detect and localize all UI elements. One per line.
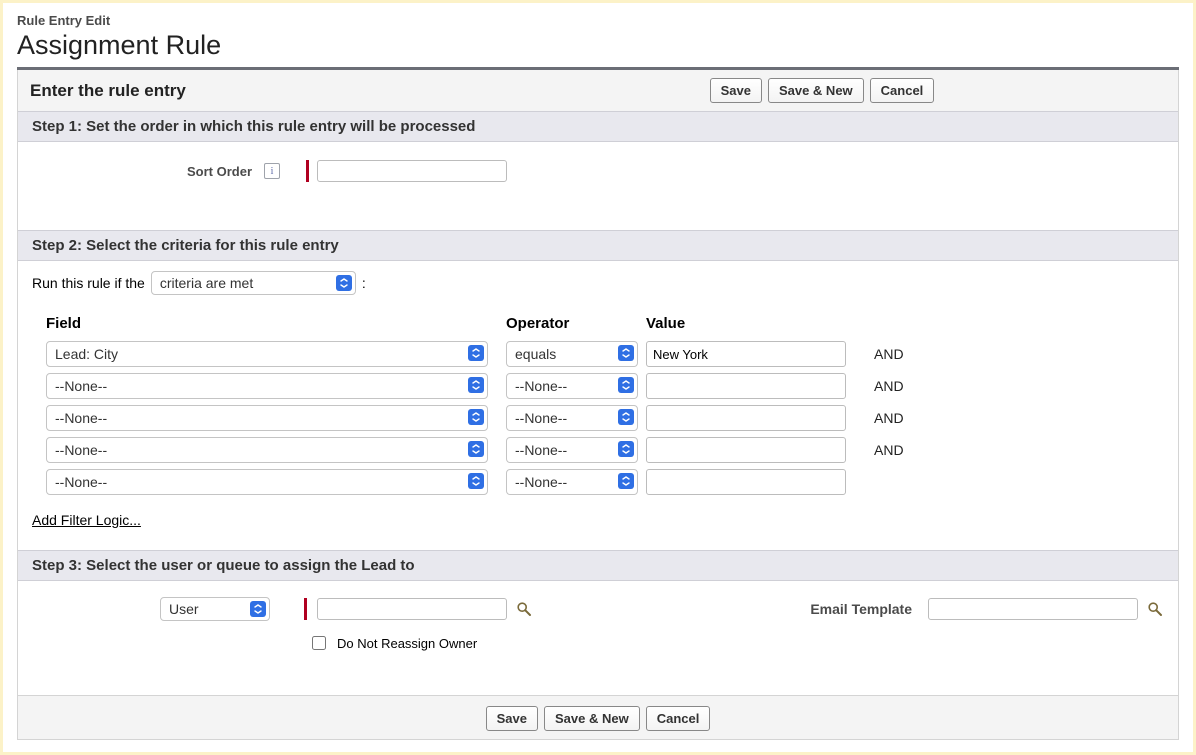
required-indicator-icon	[306, 160, 309, 182]
criteria-operator-selected: --None--	[515, 442, 567, 458]
criteria-operator-selected: equals	[515, 346, 556, 362]
criteria-row: --None-- --None--	[46, 466, 1144, 498]
criteria-operator-selected: --None--	[515, 474, 567, 490]
col-header-field: Field	[46, 315, 506, 332]
select-arrow-icon	[468, 473, 484, 489]
criteria-row: --None-- --None-- AND	[46, 434, 1144, 466]
criteria-join-label: AND	[856, 346, 916, 362]
criteria-value-input[interactable]	[646, 405, 846, 431]
breadcrumb: Rule Entry Edit	[17, 13, 1179, 28]
criteria-field-selected: Lead: City	[55, 346, 118, 362]
step2-header: Step 2: Select the criteria for this rul…	[18, 230, 1178, 261]
criteria-value-input[interactable]	[646, 373, 846, 399]
criteria-join-label: AND	[856, 378, 916, 394]
select-arrow-icon	[250, 601, 266, 617]
form-header-title: Enter the rule entry	[30, 81, 186, 101]
criteria-join-label: AND	[856, 410, 916, 426]
select-arrow-icon	[468, 441, 484, 457]
step2-body: Run this rule if the criteria are met : …	[18, 261, 1178, 550]
add-filter-logic: Add Filter Logic...	[32, 512, 1164, 528]
select-arrow-icon	[618, 345, 634, 361]
criteria-operator-select[interactable]: --None--	[506, 437, 638, 463]
criteria-headers: Field Operator Value	[46, 311, 1144, 338]
select-arrow-icon	[618, 377, 634, 393]
criteria-value-input[interactable]	[646, 437, 846, 463]
criteria-field-select[interactable]: --None--	[46, 373, 488, 399]
assign-type-selected: User	[169, 601, 199, 617]
save-and-new-button[interactable]: Save & New	[768, 78, 864, 103]
sort-order-label: Sort Order	[32, 164, 258, 179]
criteria-operator-selected: --None--	[515, 410, 567, 426]
do-not-reassign-row: Do Not Reassign Owner	[308, 623, 1164, 677]
criteria-field-select[interactable]: --None--	[46, 405, 488, 431]
criteria-operator-selected: --None--	[515, 378, 567, 394]
add-filter-logic-link[interactable]: Add Filter Logic...	[32, 512, 141, 528]
assign-lookup-icon[interactable]	[515, 600, 533, 618]
save-button-bottom[interactable]: Save	[486, 706, 538, 731]
criteria-row: --None-- --None-- AND	[46, 402, 1144, 434]
bottom-button-bar: Save Save & New Cancel	[18, 695, 1178, 739]
step3-header: Step 3: Select the user or queue to assi…	[18, 550, 1178, 581]
criteria-field-selected: --None--	[55, 442, 107, 458]
criteria-join-label: AND	[856, 442, 916, 458]
select-arrow-icon	[618, 473, 634, 489]
page-title: Assignment Rule	[17, 30, 1179, 61]
select-arrow-icon	[618, 409, 634, 425]
required-indicator-icon	[304, 598, 307, 620]
criteria-grid: Field Operator Value Lead: City equals AND…	[46, 311, 1144, 498]
step1-header: Step 1: Set the order in which this rule…	[18, 111, 1178, 142]
run-prefix: Run this rule if the	[32, 275, 145, 291]
criteria-operator-select[interactable]: equals	[506, 341, 638, 367]
cancel-button-bottom[interactable]: Cancel	[646, 706, 711, 731]
rule-entry-form: Enter the rule entry Save Save & New Can…	[17, 70, 1179, 740]
run-condition-line: Run this rule if the criteria are met :	[32, 271, 1164, 295]
step3-body: User Email Template Do	[18, 581, 1178, 695]
cancel-button[interactable]: Cancel	[870, 78, 935, 103]
email-template-label: Email Template	[810, 601, 920, 617]
save-button[interactable]: Save	[710, 78, 762, 103]
do-not-reassign-label: Do Not Reassign Owner	[337, 636, 477, 651]
select-arrow-icon	[468, 345, 484, 361]
assign-type-select[interactable]: User	[160, 597, 270, 621]
email-template-input[interactable]	[928, 598, 1138, 620]
criteria-row: --None-- --None-- AND	[46, 370, 1144, 402]
info-icon[interactable]: i	[264, 163, 280, 179]
step1-body: Sort Order i	[18, 142, 1178, 230]
select-arrow-icon	[468, 409, 484, 425]
criteria-value-input[interactable]	[646, 341, 846, 367]
col-header-operator: Operator	[506, 315, 646, 332]
criteria-field-selected: --None--	[55, 378, 107, 394]
select-arrow-icon	[468, 377, 484, 393]
select-arrow-icon	[618, 441, 634, 457]
criteria-operator-select[interactable]: --None--	[506, 373, 638, 399]
criteria-field-select[interactable]: Lead: City	[46, 341, 488, 367]
criteria-field-select[interactable]: --None--	[46, 437, 488, 463]
criteria-row: Lead: City equals AND	[46, 338, 1144, 370]
save-and-new-button-bottom[interactable]: Save & New	[544, 706, 640, 731]
run-mode-selected: criteria are met	[160, 275, 253, 291]
run-suffix: :	[362, 275, 366, 291]
page-frame: Rule Entry Edit Assignment Rule Enter th…	[0, 0, 1196, 755]
email-template-lookup-icon[interactable]	[1146, 600, 1164, 618]
criteria-operator-select[interactable]: --None--	[506, 405, 638, 431]
criteria-field-selected: --None--	[55, 474, 107, 490]
sort-order-row: Sort Order i	[32, 152, 1164, 212]
criteria-field-selected: --None--	[55, 410, 107, 426]
do-not-reassign-checkbox[interactable]	[312, 636, 326, 650]
top-button-bar: Save Save & New Cancel	[710, 78, 935, 103]
sort-order-input[interactable]	[317, 160, 507, 182]
criteria-field-select[interactable]: --None--	[46, 469, 488, 495]
run-mode-select[interactable]: criteria are met	[151, 271, 356, 295]
col-header-value: Value	[646, 315, 856, 332]
criteria-value-input[interactable]	[646, 469, 846, 495]
assign-row: User Email Template	[32, 591, 1164, 623]
select-arrow-icon	[336, 275, 352, 291]
criteria-operator-select[interactable]: --None--	[506, 469, 638, 495]
form-header: Enter the rule entry Save Save & New Can…	[18, 70, 1178, 111]
assign-to-input[interactable]	[317, 598, 507, 620]
